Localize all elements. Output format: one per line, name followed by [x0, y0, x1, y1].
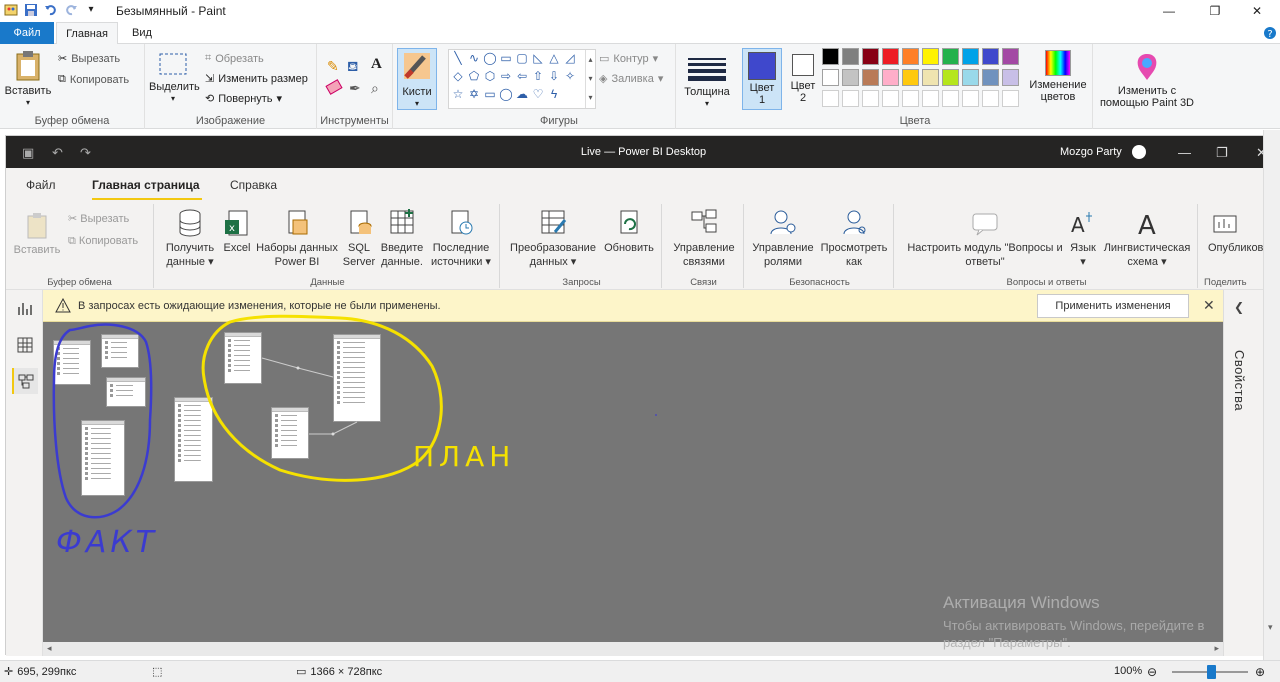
handwritten-fact-label: ФАКТ [56, 525, 158, 560]
canvas-size: ▭ 1366 × 728пкс [296, 665, 383, 679]
annotation-layer: ФАКТ ПЛАН [52, 314, 515, 560]
activation-watermark-title: Активация Windows [943, 593, 1100, 612]
zoom-slider-thumb[interactable] [1207, 665, 1216, 679]
paint-vertical-scrollbar[interactable]: ▾ [1263, 130, 1280, 660]
selection-icon: ⬚ [152, 666, 163, 678]
yellow-freehand-outline [201, 314, 443, 482]
zoom-out-button[interactable]: ⊖ [1147, 665, 1157, 679]
scroll-down-icon[interactable]: ▾ [1268, 622, 1273, 633]
zoom-level: 100% [1114, 665, 1143, 677]
selection-size: ⬚ [152, 665, 162, 678]
activation-watermark-text: Чтобы активировать Windows, перейдите в … [943, 618, 1205, 650]
crosshair-icon: ✛ [4, 666, 14, 678]
handwritten-plan-label: ПЛАН [413, 440, 515, 473]
cursor-position: ✛ 695, 299пкс [4, 665, 77, 679]
canvas-size-icon: ▭ [296, 666, 307, 678]
paint-statusbar: ✛ 695, 299пкс ⬚ ▭ 1366 × 728пкс 100% ⊖ ⊕ [0, 660, 1280, 682]
zoom-in-button[interactable]: ⊕ [1255, 665, 1265, 679]
blue-freehand-outline [52, 323, 153, 519]
